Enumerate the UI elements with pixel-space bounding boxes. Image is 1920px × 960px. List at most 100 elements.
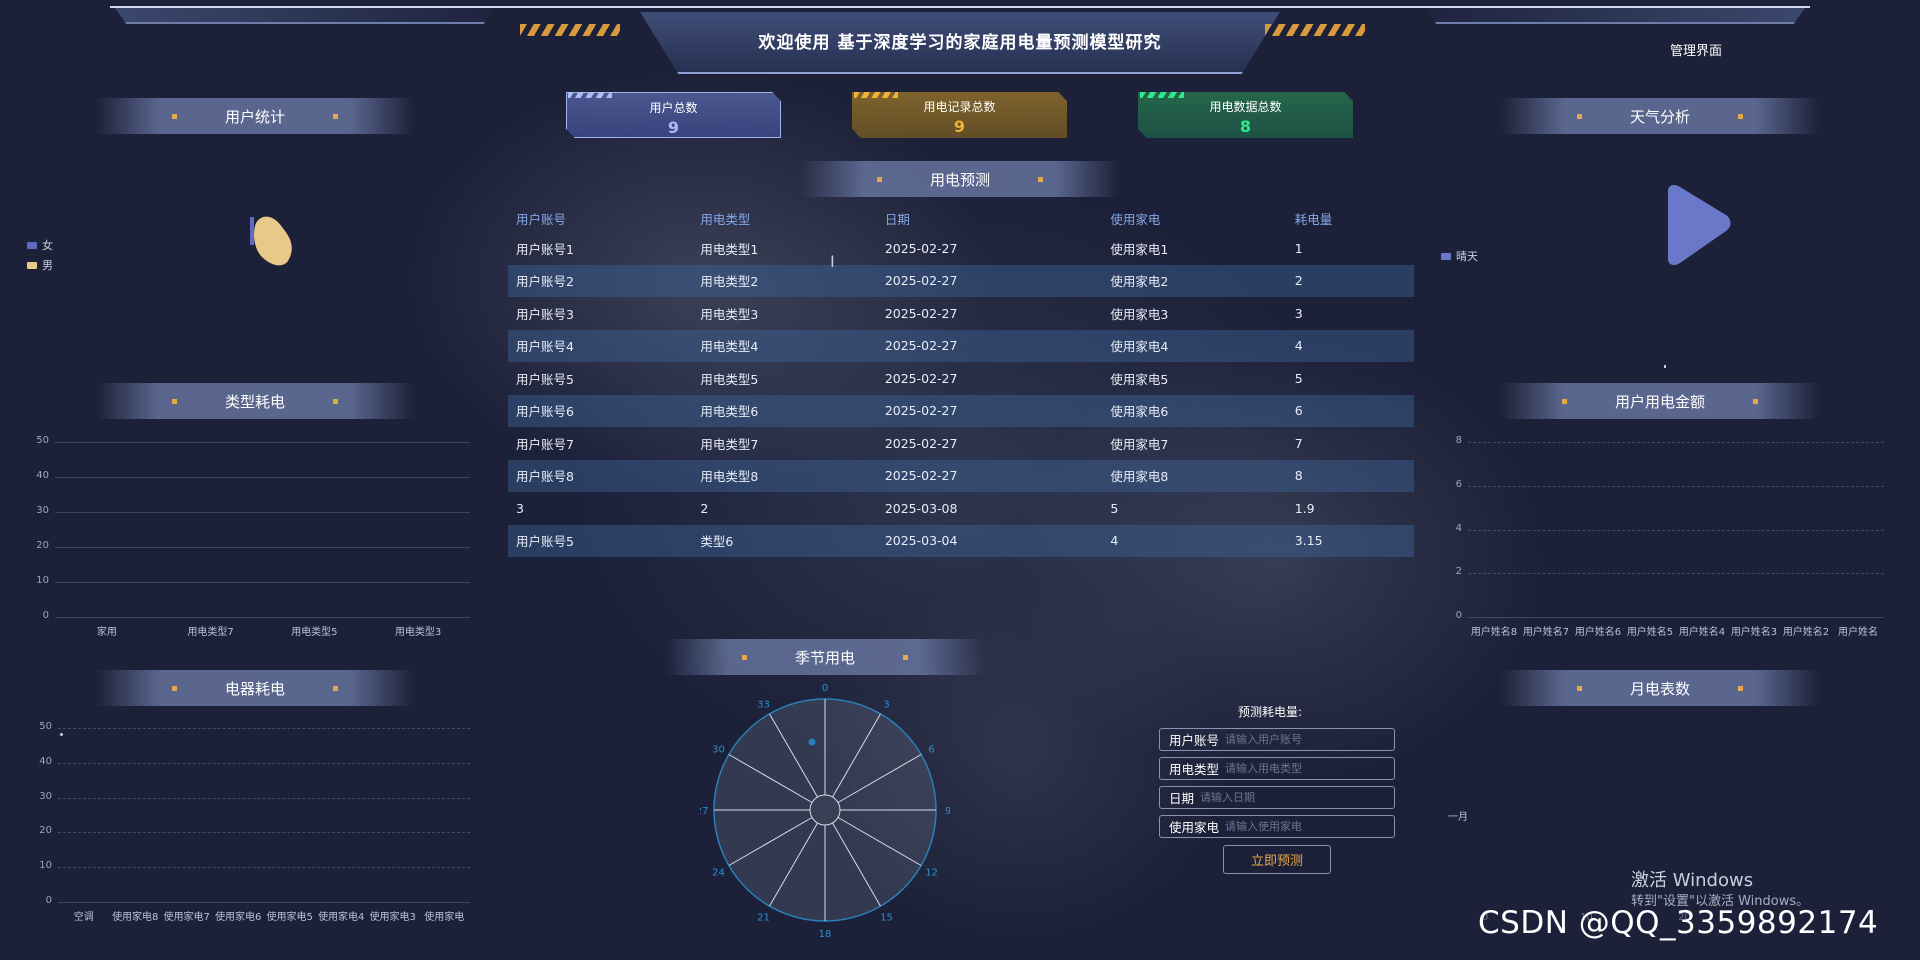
y-tick-label: 10 xyxy=(36,575,49,586)
table-cell: 4 xyxy=(1102,524,1287,557)
section-title: 月电表数 xyxy=(1629,679,1690,698)
table-cell: 用电类型1 xyxy=(700,241,759,257)
section-season-power: 季节用电 xyxy=(665,639,985,675)
type-input[interactable] xyxy=(1225,762,1394,775)
polar-angle-label: 30 xyxy=(712,745,725,756)
table-body: 用户账号1 用电类型1 2025-02-27 使用家电1 1 用户账号2 用电类型2 2025… xyxy=(508,232,1414,557)
user-gender-pie xyxy=(250,216,292,266)
y-tick-label: 0 xyxy=(45,895,52,906)
y-tick-label: 30 xyxy=(39,790,52,802)
x-tick-label: 用户姓名 xyxy=(1838,627,1878,638)
table-row: 用户账号5 用电类型5 2025-02-27 使用家电5 5 xyxy=(508,362,1414,395)
y-tick-label: 10 xyxy=(39,860,52,872)
section-title: 用户统计 xyxy=(224,107,285,126)
form-row-account: 用户账号 xyxy=(1159,728,1395,751)
table-cell: 3.15 xyxy=(1286,524,1414,557)
section-user-stats: 用户统计 xyxy=(95,98,415,134)
table-cell: 使用家电5 xyxy=(1110,371,1169,387)
table-cell: 使用家电3 xyxy=(1110,306,1169,322)
table-cell: 用电类型4 xyxy=(692,329,877,362)
table-cell: 用户账号1 xyxy=(516,241,574,257)
section-appliance-power: 电器耗电 xyxy=(95,670,415,706)
table-cell: 用户账号7 xyxy=(516,436,574,452)
weather-pie xyxy=(1668,185,1731,266)
y-tick-label: 4 xyxy=(1455,522,1462,534)
date-input[interactable] xyxy=(1200,791,1394,804)
gridline xyxy=(58,902,470,903)
table-cell: 7 xyxy=(1294,435,1303,451)
legend-swatch xyxy=(27,261,37,269)
legend-item[interactable]: 男 xyxy=(27,257,53,273)
section-title: 季节用电 xyxy=(794,648,855,667)
gridline xyxy=(1468,529,1884,531)
admin-link[interactable]: 管理界面 xyxy=(1670,40,1722,59)
table-cell: 使用家电8 xyxy=(1102,459,1287,492)
table-cell: 用电类型2 xyxy=(692,264,877,297)
field-label: 用电类型 xyxy=(1169,762,1220,777)
csdn-watermark: CSDN @QQ_3359892174 xyxy=(1478,905,1879,941)
header-stripes-left xyxy=(520,24,620,36)
table-row: 用户账号6 用电类型6 2025-02-27 使用家电6 6 xyxy=(508,394,1414,427)
table-cell: 5 xyxy=(1294,370,1303,386)
pie-slice-male[interactable] xyxy=(254,216,292,266)
pie-slice-sunny[interactable] xyxy=(1668,185,1731,266)
pie-slice-female[interactable] xyxy=(250,217,254,245)
table-cell: 2025-02-27 xyxy=(876,264,1103,297)
table-cell: 用电类型8 xyxy=(692,459,877,492)
table-cell: 2025-02-27 xyxy=(876,394,1103,427)
header-stripes-right xyxy=(1265,24,1365,36)
table-cell: 5 xyxy=(1110,500,1119,516)
table-cell: 6 xyxy=(1286,394,1414,427)
table-cell: 2025-03-08 xyxy=(884,500,958,516)
stat-card-data: 用电数据总数 8 xyxy=(1138,92,1353,138)
table-cell: 2025-02-27 xyxy=(884,370,958,386)
section-weather: 天气分析 xyxy=(1500,98,1820,134)
gridline xyxy=(55,547,470,548)
legend-label: 晴天 xyxy=(1456,250,1478,263)
chart-tick xyxy=(1664,365,1666,368)
polar-angle-label: 3 xyxy=(883,699,889,710)
gridline xyxy=(55,477,470,478)
x-tick-label: 家用 xyxy=(96,627,117,638)
polar-angle-label: 27 xyxy=(700,806,708,817)
gridline xyxy=(1468,617,1884,618)
legend-item[interactable]: 晴天 xyxy=(1441,248,1478,264)
appliance-input[interactable] xyxy=(1225,820,1394,833)
polar-angle-label: 24 xyxy=(712,868,725,879)
polar-angle-label: 33 xyxy=(757,699,770,710)
account-input[interactable] xyxy=(1225,733,1394,746)
table-cell: 2 xyxy=(1286,264,1414,297)
y-tick-label: 50 xyxy=(36,435,49,446)
polar-inner-ring xyxy=(809,794,841,826)
table-cell: 用户账号4 xyxy=(508,329,693,362)
legend-item[interactable]: 女 xyxy=(27,237,53,253)
section-type-power: 类型耗电 xyxy=(95,383,415,419)
section-title: 用电预测 xyxy=(929,170,990,189)
table-cell: 类型6 xyxy=(692,524,877,557)
predict-button[interactable]: 立即预测 xyxy=(1223,845,1331,874)
legend-swatch xyxy=(1441,252,1451,260)
gridline xyxy=(58,762,470,764)
table-cell: 用户账号8 xyxy=(508,459,693,492)
table-row: 用户账号7 用电类型7 2025-02-27 使用家电7 7 xyxy=(508,427,1414,460)
table-cell: 2 xyxy=(700,500,709,516)
form-title: 预测耗电量: xyxy=(1238,705,1303,719)
y-tick-label: 20 xyxy=(39,825,52,837)
y-tick-label: 40 xyxy=(39,755,52,767)
y-tick-label: 30 xyxy=(36,505,49,516)
data-point xyxy=(60,733,63,736)
gridline xyxy=(55,512,470,513)
table-row: 用户账号4 用电类型4 2025-02-27 使用家电4 4 xyxy=(508,329,1414,362)
table-cell: 使用家电4 xyxy=(1102,329,1287,362)
table-cell: 1 xyxy=(1294,240,1303,256)
x-tick-label: 使用家电 xyxy=(424,912,465,923)
windows-activation-title: 激活 Windows xyxy=(1631,870,1754,891)
table-cell: 2025-03-04 xyxy=(876,524,1103,557)
table-cell: 3 xyxy=(1294,305,1303,321)
legend-label: 女 xyxy=(42,239,53,252)
polar-angle-label: 12 xyxy=(925,868,938,879)
table-cell: 用户账号2 xyxy=(508,264,693,297)
table-cell: 1.9 xyxy=(1294,500,1315,516)
polar-angle-label: 0 xyxy=(822,683,828,694)
section-prediction: 用电预测 xyxy=(800,161,1120,197)
